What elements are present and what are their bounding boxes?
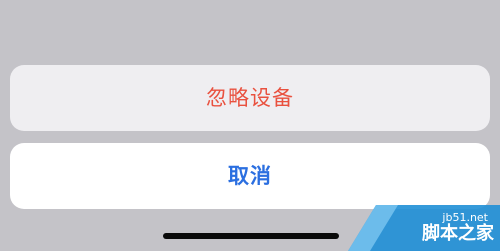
ignore-device-button[interactable]: 忽略设备 [10,65,490,131]
home-indicator [163,233,339,239]
watermark-name: 脚本之家 [422,223,494,244]
ignore-device-label: 忽略设备 [206,85,294,110]
cancel-button[interactable]: 取消 [10,143,490,209]
site-watermark: jb51.net 脚本之家 [348,205,500,251]
cancel-label: 取消 [228,163,272,188]
watermark-text: jb51.net 脚本之家 [422,212,494,244]
